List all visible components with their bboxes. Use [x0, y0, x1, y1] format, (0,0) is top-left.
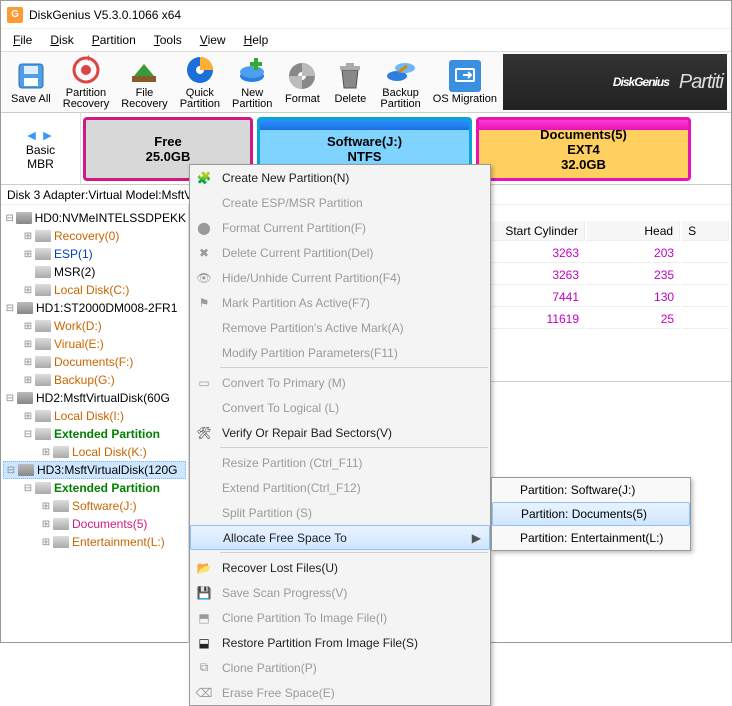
partition-pill-documents[interactable]: Documents(5) EXT4 32.0GB — [476, 117, 691, 181]
context-menu[interactable]: 🧩Create New Partition(N) Create ESP/MSR … — [189, 164, 491, 706]
ctx-active: ⚑Mark Partition As Active(F7) — [190, 290, 490, 315]
ctx-modify: Modify Partition Parameters(F11) — [190, 340, 490, 365]
format-button[interactable]: Format — [278, 58, 326, 107]
tools-icon: 🛠 — [190, 420, 218, 445]
ctx-to-primary: ▭Convert To Primary (M) — [190, 370, 490, 395]
erase-icon: ⌫ — [190, 680, 218, 705]
clone-part-icon: ⧉ — [190, 655, 218, 680]
file-recovery-button[interactable]: File Recovery — [115, 52, 173, 112]
ctx-hide: 👁Hide/Unhide Current Partition(F4) — [190, 265, 490, 290]
recover-icon: 📂 — [190, 555, 218, 580]
menu-partition[interactable]: Partition — [84, 31, 144, 49]
create-partition-icon: 🧩 — [190, 165, 218, 190]
clone-icon: ⬒ — [190, 605, 218, 630]
allocate-submenu[interactable]: Partition: Software(J:) Partition: Docum… — [491, 477, 691, 551]
tree-softj[interactable]: ⊞Software(J:) — [3, 497, 186, 515]
tree-workd[interactable]: ⊞Work(D:) — [3, 317, 186, 335]
disk-tree[interactable]: ⊟HD0:NVMeINTELSSDPEKK ⊞Recovery(0) ⊞ESP(… — [1, 205, 189, 643]
menu-bar: File Disk Partition Tools View Help — [1, 29, 731, 51]
ctx-resize: Resize Partition (Ctrl_F11) — [190, 450, 490, 475]
toolbar: Save All Partition Recovery File Recover… — [1, 51, 731, 113]
ctx-split: Split Partition (S) — [190, 500, 490, 525]
ctx-create-partition[interactable]: 🧩Create New Partition(N) — [190, 165, 490, 190]
tree-bakg[interactable]: ⊞Backup(G:) — [3, 371, 186, 389]
branding: DiskGeniusPartiti — [503, 54, 727, 110]
os-migration-button[interactable]: OS Migration — [427, 58, 503, 107]
menu-view[interactable]: View — [192, 31, 234, 49]
window-title: DiskGenius V5.3.0.1066 x64 — [29, 8, 181, 22]
primary-icon: ▭ — [190, 370, 218, 395]
ctx-remove-active: Remove Partition's Active Mark(A) — [190, 315, 490, 340]
tree-ext2[interactable]: ⊟Extended Partition — [3, 479, 186, 497]
menu-disk[interactable]: Disk — [42, 31, 81, 49]
tree-locali[interactable]: ⊞Local Disk(I:) — [3, 407, 186, 425]
menu-tools[interactable]: Tools — [146, 31, 190, 49]
nav-arrows-icon[interactable]: ◄► — [25, 127, 57, 143]
ctx-erase: ⌫Erase Free Space(E) — [190, 680, 490, 705]
quick-partition-button[interactable]: Quick Partition — [174, 52, 226, 112]
tree-ext1[interactable]: ⊟Extended Partition — [3, 425, 186, 443]
tree-virtuale[interactable]: ⊞Virual(E:) — [3, 335, 186, 353]
chevron-right-icon: ▶ — [472, 531, 481, 545]
tree-doc5[interactable]: ⊞Documents(5) — [3, 515, 186, 533]
disk-info-left: Disk 3 Adapter:Virtual Model:MsftV — [7, 188, 192, 202]
title-bar: G DiskGenius V5.3.0.1066 x64 — [1, 1, 731, 29]
save-icon: 💾 — [190, 580, 218, 605]
backup-partition-button[interactable]: Backup Partition — [374, 52, 426, 112]
new-partition-button[interactable]: New Partition — [226, 52, 278, 112]
basic-mbr-panel[interactable]: ◄► Basic MBR — [1, 113, 81, 184]
flag-icon: ⚑ — [190, 290, 218, 315]
delete-button[interactable]: Delete — [326, 58, 374, 107]
submenu-entertainment[interactable]: Partition: Entertainment(L:) — [492, 526, 690, 550]
ctx-verify[interactable]: 🛠Verify Or Repair Bad Sectors(V) — [190, 420, 490, 445]
tree-hd1[interactable]: ⊟HD1:ST2000DM008-2FR1 — [3, 299, 186, 317]
tree-recovery[interactable]: ⊞Recovery(0) — [3, 227, 186, 245]
ctx-extend: Extend Partition(Ctrl_F12) — [190, 475, 490, 500]
app-icon: G — [7, 7, 23, 23]
partition-recovery-button[interactable]: Partition Recovery — [57, 52, 115, 112]
submenu-software[interactable]: Partition: Software(J:) — [492, 478, 690, 502]
delete-icon: ✖ — [190, 240, 218, 265]
tree-localc[interactable]: ⊞Local Disk(C:) — [3, 281, 186, 299]
tree-entl[interactable]: ⊞Entertainment(L:) — [3, 533, 186, 551]
tree-hd2[interactable]: ⊟HD2:MsftVirtualDisk(60G — [3, 389, 186, 407]
ctx-to-logical: Convert To Logical (L) — [190, 395, 490, 420]
tree-hd0[interactable]: ⊟HD0:NVMeINTELSSDPEKK — [3, 209, 186, 227]
menu-file[interactable]: File — [5, 31, 40, 49]
save-all-button[interactable]: Save All — [5, 58, 57, 107]
ctx-clone-partition: ⧉Clone Partition(P) — [190, 655, 490, 680]
format-icon: ⬤ — [190, 215, 218, 240]
tree-esp[interactable]: ⊞ESP(1) — [3, 245, 186, 263]
menu-help[interactable]: Help — [236, 31, 277, 49]
ctx-delete: ✖Delete Current Partition(Del) — [190, 240, 490, 265]
tree-docf[interactable]: ⊞Documents(F:) — [3, 353, 186, 371]
ctx-clone-image: ⬒Clone Partition To Image File(I) — [190, 605, 490, 630]
basic-label: Basic — [26, 143, 55, 157]
ctx-allocate[interactable]: Allocate Free Space To▶ — [190, 525, 490, 550]
ctx-save-scan: 💾Save Scan Progress(V) — [190, 580, 490, 605]
mbr-label: MBR — [27, 157, 54, 171]
ctx-create-esp: Create ESP/MSR Partition — [190, 190, 490, 215]
hide-icon: 👁 — [190, 265, 218, 290]
ctx-format: ⬤Format Current Partition(F) — [190, 215, 490, 240]
submenu-documents[interactable]: Partition: Documents(5) — [492, 502, 690, 526]
ctx-recover-files[interactable]: 📂Recover Lost Files(U) — [190, 555, 490, 580]
tree-msr[interactable]: MSR(2) — [3, 263, 186, 281]
tree-hd3[interactable]: ⊟HD3:MsftVirtualDisk(120G — [3, 461, 186, 479]
tree-localk[interactable]: ⊞Local Disk(K:) — [3, 443, 186, 461]
